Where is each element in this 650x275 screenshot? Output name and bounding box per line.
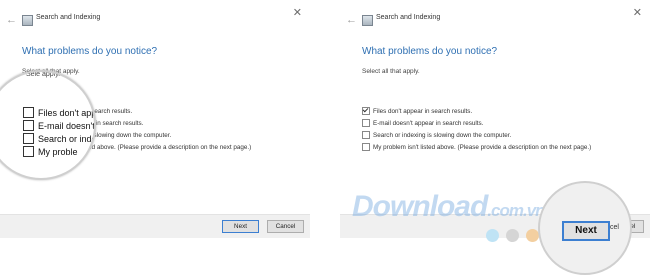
option-label: Files don't appear in search results.: [373, 107, 473, 115]
magnified-option[interactable]: Search or index: [23, 133, 96, 144]
checkbox[interactable]: [362, 143, 370, 151]
magnified-option-label: My proble: [38, 146, 78, 157]
checkbox-checked[interactable]: [362, 107, 370, 115]
magnified-next-button[interactable]: Next: [562, 221, 610, 241]
watermark-dot: [486, 229, 499, 242]
checkbox[interactable]: [23, 146, 34, 157]
problem-options-list: Files don't appear in search results. E-…: [362, 105, 591, 153]
page-heading: What problems do you notice?: [362, 46, 498, 57]
watermark-dot: [506, 229, 519, 242]
magnified-cancel-partial: cel: [610, 224, 619, 231]
magnified-option-label: Files don't appear: [38, 107, 96, 118]
search-indexing-app-icon: [362, 15, 373, 26]
back-arrow-icon[interactable]: ←: [346, 13, 357, 27]
option-label: My problem isn't listed above. (Please p…: [373, 143, 592, 151]
page-heading: What problems do you notice?: [22, 46, 158, 57]
magnified-instruction-text: Sele apply.: [26, 71, 61, 78]
magnified-option[interactable]: My proble: [23, 146, 78, 157]
magnified-option[interactable]: E-mail doesn't ap: [23, 120, 95, 131]
magnified-option[interactable]: Files don't appear: [23, 107, 96, 118]
option-label: E-mail doesn't appear in search results.: [373, 119, 484, 127]
window-title: Search and Indexing: [36, 14, 101, 21]
magnified-option-label: Search or index: [38, 133, 96, 144]
option-slowing[interactable]: Search or indexing is slowing down the c…: [362, 129, 591, 141]
option-files[interactable]: Files don't appear in search results.: [362, 105, 591, 117]
watermark-text: Download: [352, 190, 488, 223]
close-icon[interactable]: ✕: [293, 6, 302, 19]
watermark-logo: Download.com.vn: [352, 190, 546, 224]
checkbox[interactable]: [23, 120, 34, 131]
title-bar: ← Search and Indexing ✕: [0, 7, 310, 30]
search-indexing-app-icon: [22, 15, 33, 26]
magnifier-next-button: Next cel: [538, 181, 632, 275]
checkbox[interactable]: [362, 131, 370, 139]
watermark-domain: .com.vn: [487, 201, 545, 220]
cancel-button[interactable]: Cancel: [267, 220, 304, 233]
next-button[interactable]: Next: [222, 220, 259, 233]
checkbox[interactable]: [23, 107, 34, 118]
close-icon[interactable]: ✕: [633, 6, 642, 19]
checkbox[interactable]: [362, 119, 370, 127]
back-arrow-icon[interactable]: ←: [6, 13, 17, 27]
checkbox[interactable]: [23, 133, 34, 144]
instruction-text: Select all that apply.: [362, 68, 420, 75]
window-title: Search and Indexing: [376, 14, 441, 21]
watermark-dot: [526, 229, 539, 242]
magnified-option-label: E-mail doesn't ap: [38, 120, 95, 131]
option-other[interactable]: My problem isn't listed above. (Please p…: [362, 141, 591, 153]
option-label: Search or indexing is slowing down the c…: [373, 131, 512, 139]
title-bar: ← Search and Indexing ✕: [340, 7, 650, 30]
option-email[interactable]: E-mail doesn't appear in search results.: [362, 117, 591, 129]
dialog-footer: Next Cancel: [0, 214, 310, 238]
